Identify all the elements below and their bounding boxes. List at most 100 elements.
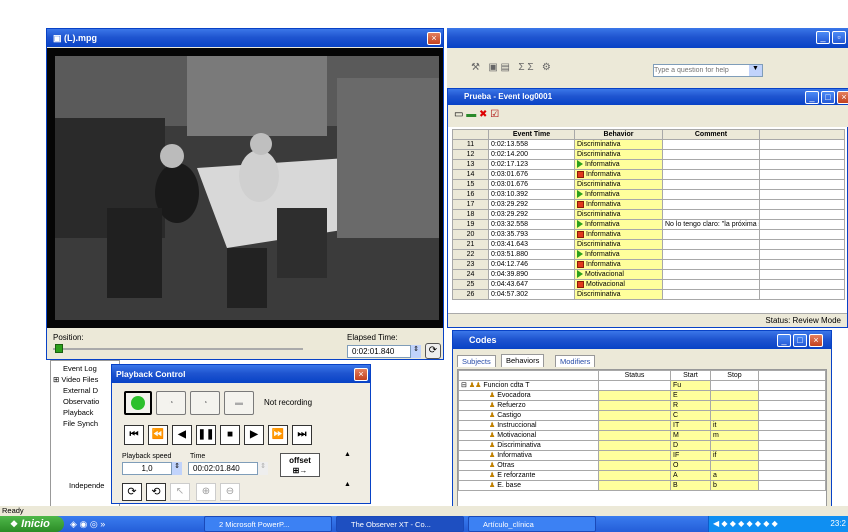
pointer-icon[interactable]: ↖	[170, 483, 190, 501]
behavior-cell[interactable]: Discriminativa	[574, 239, 663, 250]
comment-cell[interactable]	[662, 259, 760, 270]
event-row[interactable]: 18 0:03:29.292 Discriminativa	[452, 209, 845, 220]
event-row[interactable]: 14 0:03:01.676 Informativa	[452, 169, 845, 180]
extra-cell[interactable]	[759, 209, 845, 220]
rec-start-button[interactable]: ◔	[156, 391, 186, 415]
codes-maximize[interactable]: □	[793, 334, 807, 347]
extra-cell[interactable]	[759, 199, 845, 210]
event-time-cell[interactable]: 0:03:32.558	[488, 219, 575, 230]
behavior-cell[interactable]: Informativa	[574, 189, 663, 200]
elapsed-spinner[interactable]: ⇕	[411, 345, 421, 358]
desktop-icon[interactable]: ◈	[70, 519, 77, 529]
event-row[interactable]: 16 0:03:10.392 Informativa	[452, 189, 845, 200]
extra-cell[interactable]	[759, 159, 845, 170]
project-tree-item[interactable]: Playback	[53, 407, 119, 418]
behavior-code-row[interactable]: ♟ Castigo C	[458, 410, 826, 421]
extra-cell[interactable]	[759, 279, 845, 290]
comment-cell[interactable]	[662, 269, 760, 280]
tools-icon[interactable]: ⚙	[542, 62, 551, 73]
tab-modifiers[interactable]: Modifiers	[555, 355, 596, 367]
col-behavior[interactable]: Behavior	[574, 129, 663, 140]
collapse-arrow-1[interactable]: ▲	[344, 451, 351, 458]
time-field[interactable]: 00:02:01.840	[188, 462, 258, 475]
project-tree-item[interactable]: Event Log	[53, 363, 119, 374]
main-minimize-button[interactable]: _	[816, 31, 830, 44]
loop-button[interactable]: ⟳	[122, 483, 142, 501]
step-forward-button[interactable]: ⏩	[268, 425, 288, 445]
behavior-cell[interactable]: Motivacional	[574, 279, 663, 290]
behavior-cell[interactable]: Informativa	[574, 169, 663, 180]
position-thumb[interactable]	[55, 344, 63, 353]
project-tree-item[interactable]: External D	[53, 385, 119, 396]
behavior-code-row[interactable]: ♟ Informativa IF if	[458, 450, 826, 461]
play-button[interactable]: ▶	[244, 425, 264, 445]
event-log-minimize[interactable]: _	[805, 91, 819, 104]
row-number[interactable]: 12	[452, 149, 489, 160]
speed-field[interactable]: 1,0	[122, 462, 172, 475]
row-number[interactable]: 20	[452, 229, 489, 240]
loop2-button[interactable]: ⟲	[146, 483, 166, 501]
comment-cell[interactable]	[662, 239, 760, 250]
event-time-cell[interactable]: 0:03:41.643	[488, 239, 575, 250]
comment-cell[interactable]	[662, 199, 760, 210]
more-icon[interactable]: »	[100, 519, 105, 529]
main-restore-button[interactable]: ▫	[832, 31, 846, 44]
behavior-cell[interactable]: Informativa	[574, 219, 663, 230]
row-number[interactable]: 16	[452, 189, 489, 200]
refresh-icon[interactable]: ⟳	[425, 343, 441, 359]
event-time-cell[interactable]: 0:03:51.880	[488, 249, 575, 260]
behavior-code-row[interactable]: ♟ Instruccional IT it	[458, 420, 826, 431]
event-time-cell[interactable]: 0:03:01.676	[488, 179, 575, 190]
codes-minimize[interactable]: _	[777, 334, 791, 347]
image-icon[interactable]: ▣	[488, 62, 497, 73]
event-time-cell[interactable]: 0:02:14.200	[488, 149, 575, 160]
behavior-cell[interactable]: Informativa	[574, 229, 663, 240]
extra-cell[interactable]	[759, 289, 845, 300]
codes-close[interactable]: ×	[809, 334, 823, 347]
event-time-cell[interactable]: 0:04:57.302	[488, 289, 575, 300]
behavior-cell[interactable]: Discriminativa	[574, 149, 663, 160]
row-number[interactable]: 14	[452, 169, 489, 180]
extra-cell[interactable]	[759, 189, 845, 200]
row-number[interactable]: 18	[452, 209, 489, 220]
col-comment[interactable]: Comment	[662, 129, 760, 140]
new-event-icon[interactable]: ▭	[454, 109, 463, 120]
row-number[interactable]: 26	[452, 289, 489, 300]
row-number[interactable]: 24	[452, 269, 489, 280]
comment-cell[interactable]	[662, 249, 760, 260]
extra-cell[interactable]	[759, 179, 845, 190]
extra-cell[interactable]	[759, 269, 845, 280]
comment-cell[interactable]	[662, 229, 760, 240]
offset-button[interactable]: offset ⊞→	[280, 453, 320, 477]
zoom-out-icon[interactable]: ⊖	[220, 483, 240, 501]
behavior-code-row[interactable]: ♟ E reforzante Aa	[458, 470, 826, 481]
elapsed-field[interactable]: 0:02:01.840	[347, 345, 411, 358]
collapse-icon[interactable]: ⊟	[461, 382, 467, 389]
event-row[interactable]: 23 0:04:12.746 Informativa	[452, 259, 845, 270]
codes-col-start[interactable]: Start	[670, 370, 711, 381]
extra-cell[interactable]	[759, 229, 845, 240]
behavior-code-row[interactable]: ♟ Refuerzo R	[458, 400, 826, 411]
event-time-cell[interactable]: 0:04:12.746	[488, 259, 575, 270]
extra-cell[interactable]	[759, 149, 845, 160]
event-row[interactable]: 11 0:02:13.558 Discriminativa	[452, 139, 845, 150]
event-row[interactable]: 19 0:03:32.558 Informativa No lo tengo clar…	[452, 219, 845, 230]
extra-cell[interactable]	[759, 249, 845, 260]
behavior-cell[interactable]: Informativa	[574, 159, 663, 170]
event-row[interactable]: 15 0:03:01.676 Discriminativa	[452, 179, 845, 190]
behavior-cell[interactable]: Discriminativa	[574, 289, 663, 300]
behavior-code-row[interactable]: ♟ E. base Bb	[458, 480, 826, 491]
extra-cell[interactable]	[759, 239, 845, 250]
row-number[interactable]: 23	[452, 259, 489, 270]
behavior-code-row[interactable]: ♟ Evocadora E	[458, 390, 826, 401]
video-close[interactable]: ×	[427, 32, 441, 45]
event-row[interactable]: 21 0:03:41.643 Discriminativa	[452, 239, 845, 250]
codes-col-status[interactable]: Status	[598, 370, 671, 381]
tab-behaviors[interactable]: Behaviors	[501, 354, 545, 367]
extra-cell[interactable]	[759, 259, 845, 270]
event-log-maximize[interactable]: □	[821, 91, 835, 104]
browser-icon[interactable]: ◉	[79, 519, 87, 529]
speed-spinner[interactable]: ⇕	[172, 462, 182, 475]
event-time-cell[interactable]: 0:03:29.292	[488, 199, 575, 210]
row-number[interactable]: 22	[452, 249, 489, 260]
